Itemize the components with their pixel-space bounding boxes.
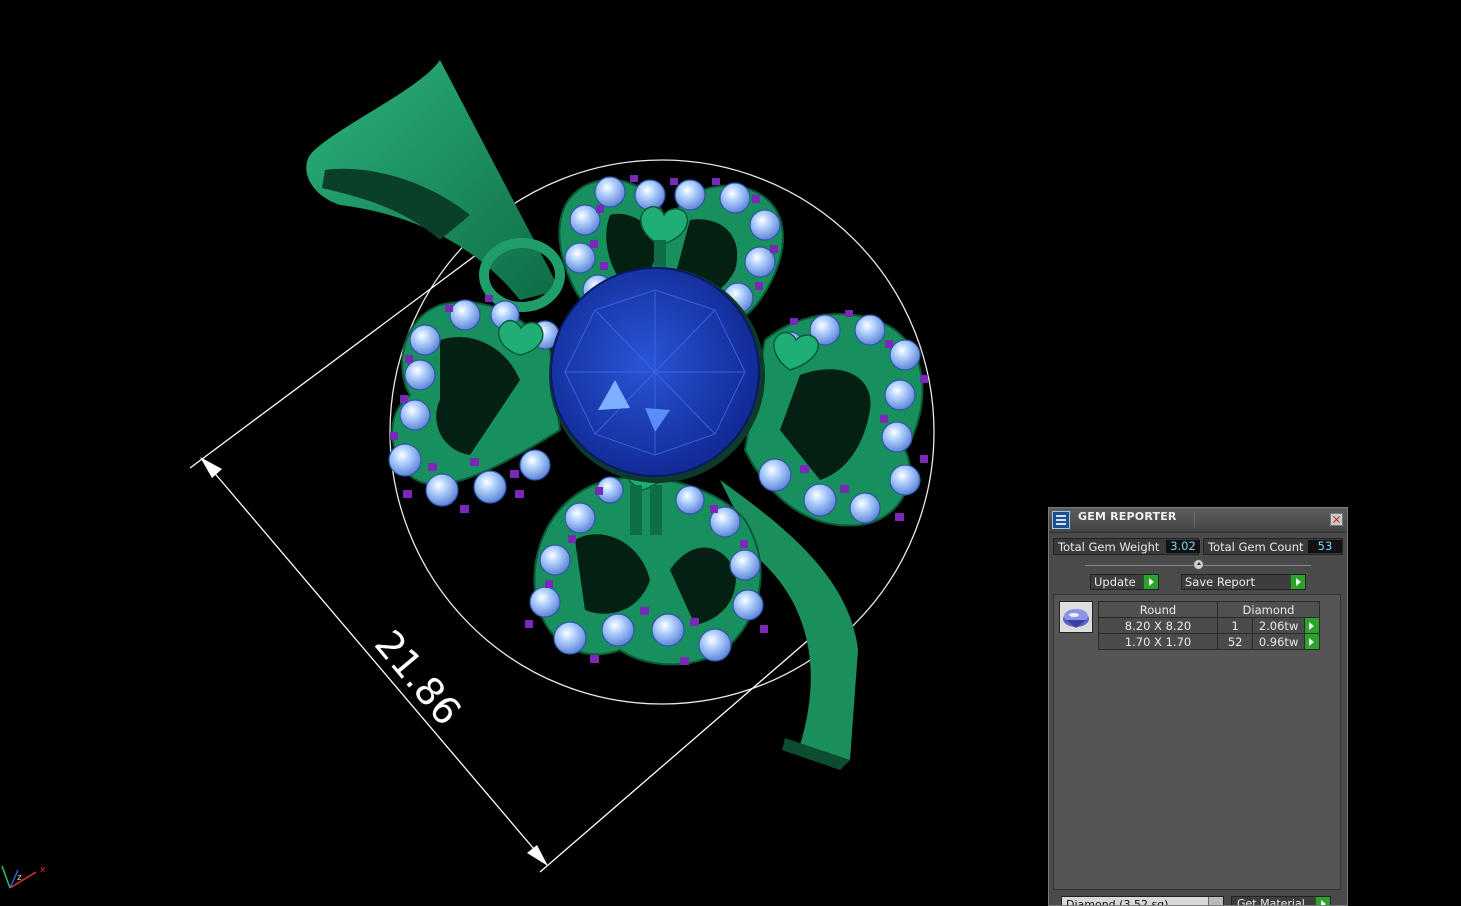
- dimension-arrow-top: [200, 457, 222, 478]
- collapse-toggle-icon[interactable]: [1193, 559, 1204, 570]
- shape-header: Round: [1098, 601, 1218, 618]
- chevron-down-icon[interactable]: [1208, 897, 1223, 905]
- svg-text:x: x: [40, 865, 46, 875]
- total-gem-weight: Total Gem Weight 3.02: [1053, 538, 1200, 555]
- svg-text:z: z: [17, 873, 22, 883]
- center-stone: [549, 267, 765, 483]
- save-report-button[interactable]: Save Report: [1181, 574, 1306, 590]
- update-button[interactable]: Update: [1090, 574, 1159, 590]
- row-select-arrow-icon[interactable]: [1303, 633, 1321, 650]
- panel-titlebar[interactable]: GEM REPORTER: [1049, 508, 1347, 533]
- axis-indicator: x z: [1, 865, 46, 889]
- round-gem-icon[interactable]: [1059, 601, 1093, 633]
- total-gem-weight-value: 3.02: [1166, 540, 1200, 553]
- close-icon[interactable]: [1330, 513, 1343, 526]
- dimension-arrow-bottom: [527, 845, 548, 866]
- play-arrow-icon[interactable]: [1143, 575, 1158, 589]
- play-arrow-icon[interactable]: [1290, 575, 1305, 589]
- panel-title: GEM REPORTER: [1078, 510, 1177, 523]
- material-select[interactable]: Diamond (3.52 sg): [1061, 896, 1224, 905]
- total-gem-weight-label: Total Gem Weight: [1058, 540, 1160, 554]
- dimension-label: 21.86: [366, 622, 470, 734]
- total-gem-count: Total Gem Count 53: [1203, 538, 1343, 555]
- gem-reporter-panel: GEM REPORTER Total Gem Weight 3.02 Total…: [1048, 507, 1348, 906]
- table-row[interactable]: 8.20 X 8.20 1 2.06tw: [1098, 617, 1321, 634]
- play-arrow-icon[interactable]: [1315, 897, 1330, 905]
- gem-table: Round Diamond 8.20 X 8.20 1 2.06tw 1.70 …: [1098, 601, 1321, 650]
- table-row[interactable]: 1.70 X 1.70 52 0.96tw: [1098, 633, 1321, 650]
- total-gem-count-value: 53: [1308, 540, 1342, 553]
- row-select-arrow-icon[interactable]: [1303, 617, 1321, 634]
- gem-reporter-icon: [1052, 511, 1070, 529]
- gem-list[interactable]: Round Diamond 8.20 X 8.20 1 2.06tw 1.70 …: [1053, 594, 1341, 890]
- material-header: Diamond: [1217, 601, 1320, 618]
- get-material-button[interactable]: Get Material: [1231, 896, 1331, 905]
- total-gem-count-label: Total Gem Count: [1208, 540, 1304, 554]
